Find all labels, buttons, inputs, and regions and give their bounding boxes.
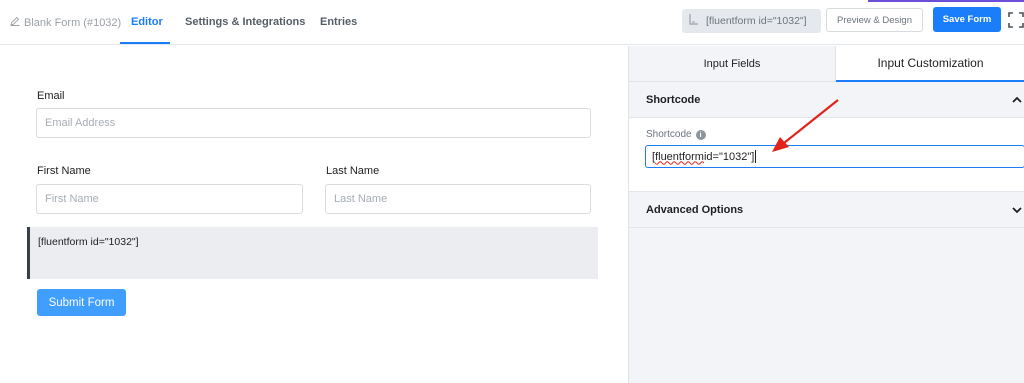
shortcode-section-header[interactable]: Shortcode <box>629 82 1024 118</box>
shortcode-section-body: Shortcode i [fluentform id="1032"] <box>629 118 1024 192</box>
text-caret <box>755 150 757 163</box>
form-title-breadcrumb[interactable]: Blank Form (#1032) <box>10 16 121 29</box>
advanced-options-title: Advanced Options <box>646 203 744 216</box>
shortcode-input[interactable]: [fluentform id="1032"] <box>645 145 1024 168</box>
shortcode-chip-text: [fluentform id="1032"] <box>706 15 807 27</box>
email-label: Email <box>37 90 65 102</box>
tab-input-customization[interactable]: Input Customization <box>836 46 1024 82</box>
preview-design-button[interactable]: Preview & Design <box>826 8 923 32</box>
submit-form-button[interactable]: Submit Form <box>37 289 126 316</box>
clipboard-icon <box>688 13 700 29</box>
save-form-button[interactable]: Save Form <box>933 7 1001 32</box>
first-name-label: First Name <box>37 165 91 177</box>
form-title: Blank Form (#1032) <box>24 16 122 29</box>
shortcode-block-text: [fluentform id="1032"] <box>38 236 139 248</box>
last-name-label: Last Name <box>326 165 380 177</box>
fullscreen-icon[interactable] <box>1008 12 1024 28</box>
pencil-icon <box>10 16 20 29</box>
tab-entries[interactable]: Entries <box>320 16 357 28</box>
active-tab-underline <box>120 42 170 44</box>
tab-editor[interactable]: Editor <box>131 16 163 28</box>
top-accent-line <box>868 0 1024 2</box>
shortcode-label-text: Shortcode <box>646 129 692 140</box>
tab-input-fields[interactable]: Input Fields <box>629 46 836 82</box>
last-name-field[interactable]: Last Name <box>325 184 591 214</box>
first-name-field[interactable]: First Name <box>36 184 303 214</box>
shortcode-copy-chip[interactable]: [fluentform id="1032"] <box>682 9 821 33</box>
advanced-options-header[interactable]: Advanced Options <box>629 192 1024 228</box>
shortcode-field-label: Shortcode i <box>646 129 706 140</box>
shortcode-section-title: Shortcode <box>646 93 701 106</box>
chevron-down-icon <box>1011 204 1023 216</box>
chevron-up-icon <box>1011 94 1023 106</box>
top-bar: Blank Form (#1032) Editor Settings & Int… <box>0 0 1024 45</box>
shortcode-input-rest: id="1032"] <box>703 150 755 163</box>
shortcode-field-block[interactable]: [fluentform id="1032"] <box>27 227 598 279</box>
shortcode-input-misspelled: fluentform <box>655 150 704 163</box>
info-icon[interactable]: i <box>695 129 706 140</box>
email-field[interactable]: Email Address <box>36 108 591 138</box>
tab-settings-integrations[interactable]: Settings & Integrations <box>185 16 305 28</box>
settings-panel: Input Fields Input Customization Shortco… <box>628 46 1024 383</box>
form-canvas: Email Email Address First Name First Nam… <box>0 46 628 383</box>
